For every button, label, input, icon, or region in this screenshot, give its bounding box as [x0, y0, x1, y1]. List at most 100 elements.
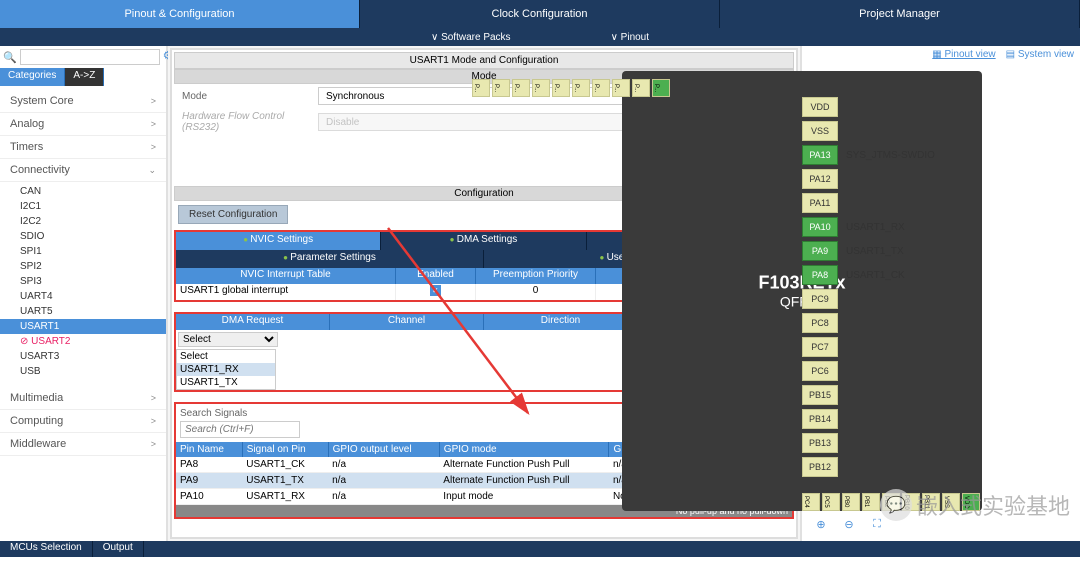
category-item[interactable]: Middleware>: [0, 433, 166, 456]
peripheral-item[interactable]: SPI2: [0, 259, 166, 274]
system-view-link[interactable]: ▤ System view: [1006, 49, 1074, 60]
pin-row[interactable]: PA12: [802, 167, 935, 191]
pin-box[interactable]: PA8: [802, 265, 838, 285]
fullscreen-icon[interactable]: ⛶: [868, 515, 886, 533]
peripheral-item[interactable]: USB: [0, 364, 166, 379]
pin-small[interactable]: P...: [552, 79, 570, 97]
pin-small[interactable]: VSS: [942, 493, 960, 511]
pin-row[interactable]: PB14: [802, 407, 935, 431]
dma-option[interactable]: Select: [177, 350, 275, 363]
pin-box[interactable]: PA10: [802, 217, 838, 237]
pin-small[interactable]: PC4: [802, 493, 820, 511]
gpio-header[interactable]: GPIO mode: [439, 442, 609, 457]
tab-nvic-settings[interactable]: NVIC Settings: [176, 232, 381, 250]
pin-small[interactable]: PB0: [842, 493, 860, 511]
pin-small[interactable]: PB2: [882, 493, 900, 511]
nvic-preempt-value[interactable]: 0: [476, 284, 596, 300]
pin-small[interactable]: PC5: [822, 493, 840, 511]
peripheral-item[interactable]: SDIO: [0, 229, 166, 244]
pin-row[interactable]: PC6: [802, 359, 935, 383]
search-signals-input[interactable]: [180, 421, 300, 438]
tab-dma-settings[interactable]: DMA Settings: [381, 232, 586, 250]
pin-row[interactable]: PA13SYS_JTMS-SWDIO: [802, 143, 935, 167]
dma-option[interactable]: USART1_RX: [177, 363, 275, 376]
category-item[interactable]: Connectivity⌄: [0, 159, 166, 182]
pin-box[interactable]: PA9: [802, 241, 838, 261]
category-item[interactable]: Analog>: [0, 113, 166, 136]
chip-view[interactable]: P...P...P...P...P...P...P...P...P...P...…: [802, 63, 1080, 541]
tab-project-manager[interactable]: Project Manager: [720, 0, 1080, 28]
pin-row[interactable]: PC7: [802, 335, 935, 359]
pin-small[interactable]: P...: [652, 79, 670, 97]
peripheral-item[interactable]: SPI1: [0, 244, 166, 259]
pin-row[interactable]: PB12: [802, 455, 935, 479]
pin-row[interactable]: PC9: [802, 287, 935, 311]
tab-parameter-settings[interactable]: Parameter Settings: [176, 250, 484, 268]
pin-row[interactable]: PB15: [802, 383, 935, 407]
pin-box[interactable]: PC8: [802, 313, 838, 333]
gpio-header[interactable]: Signal on Pin: [242, 442, 328, 457]
pin-small[interactable]: P...: [532, 79, 550, 97]
pin-box[interactable]: PB15: [802, 385, 838, 405]
pin-small[interactable]: PB10: [902, 493, 920, 511]
pin-row[interactable]: PA11: [802, 191, 935, 215]
pin-small[interactable]: P...: [512, 79, 530, 97]
pin-small[interactable]: P...: [612, 79, 630, 97]
pin-small[interactable]: P...: [632, 79, 650, 97]
pin-box[interactable]: PC6: [802, 361, 838, 381]
peripheral-item[interactable]: I2C2: [0, 214, 166, 229]
pinout-view-link[interactable]: ▦ Pinout view: [932, 49, 995, 60]
pin-row[interactable]: VDD: [802, 95, 935, 119]
nvic-enabled-checkbox[interactable]: ✓: [396, 284, 476, 300]
pin-box[interactable]: PA11: [802, 193, 838, 213]
tab-pinout-config[interactable]: Pinout & Configuration: [0, 0, 360, 28]
bottom-tab-mcus[interactable]: MCUs Selection: [0, 541, 93, 557]
pin-box[interactable]: PA13: [802, 145, 838, 165]
tab-clock-config[interactable]: Clock Configuration: [360, 0, 720, 28]
subtab-software-packs[interactable]: Software Packs: [431, 32, 511, 43]
pin-row[interactable]: PA9USART1_TX: [802, 239, 935, 263]
pin-box[interactable]: PA12: [802, 169, 838, 189]
peripheral-item[interactable]: USART1: [0, 319, 166, 334]
pin-box[interactable]: PB14: [802, 409, 838, 429]
pin-small[interactable]: P...: [592, 79, 610, 97]
pin-box[interactable]: VSS: [802, 121, 838, 141]
pin-row[interactable]: PC8: [802, 311, 935, 335]
pin-small[interactable]: P...: [492, 79, 510, 97]
pin-row[interactable]: PA8USART1_CK: [802, 263, 935, 287]
pin-small[interactable]: PB1: [862, 493, 880, 511]
gpio-header[interactable]: GPIO output level: [328, 442, 439, 457]
cat-tab-categories[interactable]: Categories: [0, 68, 65, 86]
peripheral-item[interactable]: CAN: [0, 184, 166, 199]
peripheral-item[interactable]: USART3: [0, 349, 166, 364]
pin-row[interactable]: VSS: [802, 119, 935, 143]
peripheral-item[interactable]: USART2: [0, 334, 166, 349]
dma-option[interactable]: USART1_TX: [177, 376, 275, 389]
pin-row[interactable]: PB13: [802, 431, 935, 455]
category-item[interactable]: System Core>: [0, 90, 166, 113]
subtab-pinout[interactable]: Pinout: [611, 32, 649, 43]
pin-small[interactable]: VDD: [962, 493, 980, 511]
zoom-in-icon[interactable]: ⊕: [812, 515, 830, 533]
cat-tab-az[interactable]: A->Z: [65, 68, 104, 86]
pin-box[interactable]: PC7: [802, 337, 838, 357]
pin-box[interactable]: PB12: [802, 457, 838, 477]
pin-small[interactable]: P...: [472, 79, 490, 97]
pin-row[interactable]: PA10USART1_RX: [802, 215, 935, 239]
peripheral-item[interactable]: SPI3: [0, 274, 166, 289]
pin-small[interactable]: PB11: [922, 493, 940, 511]
bottom-tab-output[interactable]: Output: [93, 541, 144, 557]
pin-box[interactable]: PC9: [802, 289, 838, 309]
peripheral-item[interactable]: I2C1: [0, 199, 166, 214]
search-input[interactable]: [20, 49, 160, 65]
reset-config-button[interactable]: Reset Configuration: [178, 205, 288, 224]
pin-box[interactable]: PB13: [802, 433, 838, 453]
gpio-header[interactable]: Pin Name: [176, 442, 242, 457]
category-item[interactable]: Computing>: [0, 410, 166, 433]
peripheral-item[interactable]: UART5: [0, 304, 166, 319]
category-item[interactable]: Timers>: [0, 136, 166, 159]
category-item[interactable]: Multimedia>: [0, 387, 166, 410]
pin-small[interactable]: P...: [572, 79, 590, 97]
peripheral-item[interactable]: UART4: [0, 289, 166, 304]
zoom-out-icon[interactable]: ⊖: [840, 515, 858, 533]
